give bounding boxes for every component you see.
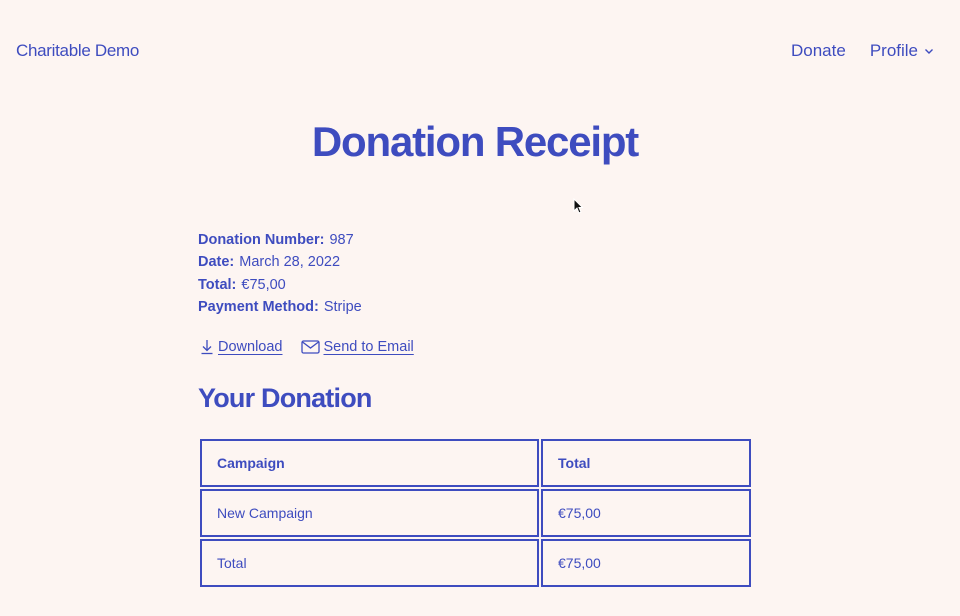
main-nav: Donate Profile: [791, 41, 934, 61]
detail-donation-number: Donation Number: 987: [198, 229, 362, 251]
detail-label: Payment Method:: [198, 298, 319, 315]
send-to-email-label: Send to Email: [323, 339, 414, 355]
detail-payment-method: Payment Method: Stripe: [198, 296, 362, 318]
cell-total: €75,00: [541, 539, 751, 587]
table-row: New Campaign €75,00: [200, 489, 751, 537]
send-to-email-link[interactable]: Send to Email: [300, 339, 414, 355]
download-link[interactable]: Download: [200, 339, 283, 355]
cell-campaign: New Campaign: [200, 489, 539, 537]
download-link-label: Download: [218, 339, 283, 355]
column-header-total: Total: [541, 439, 751, 487]
cell-campaign: Total: [200, 539, 539, 587]
detail-label: Total:: [198, 276, 237, 293]
detail-label: Date:: [198, 254, 235, 271]
site-header: Charitable Demo Donate Profile: [0, 0, 960, 104]
detail-total: Total: €75,00: [198, 274, 362, 296]
page-title: Donation Receipt: [311, 118, 639, 165]
email-icon: [300, 340, 320, 354]
site-title-link[interactable]: Charitable Demo: [16, 41, 139, 61]
table-header-row: Campaign Total: [200, 439, 751, 487]
mouse-cursor-icon: [573, 198, 583, 214]
download-icon: [201, 340, 213, 355]
nav-profile-label: Profile: [869, 41, 918, 60]
receipt-actions: Download Send to Email: [200, 339, 414, 355]
detail-value: March 28, 2022: [239, 254, 341, 271]
detail-date: Date: March 28, 2022: [198, 251, 362, 273]
chevron-down-icon: [925, 49, 933, 54]
cell-total: €75,00: [541, 489, 751, 537]
nav-donate-link[interactable]: Donate: [791, 41, 846, 61]
table-row: Total €75,00: [200, 539, 751, 587]
your-donation-heading: Your Donation: [198, 383, 372, 413]
receipt-details: Donation Number: 987 Date: March 28, 2022 …: [198, 229, 362, 318]
nav-profile-menu[interactable]: Profile: [870, 41, 934, 61]
column-header-campaign: Campaign: [200, 439, 539, 487]
detail-value: Stripe: [323, 298, 362, 315]
detail-value: €75,00: [241, 276, 286, 293]
donation-table: Campaign Total New Campaign €75,00 Total…: [198, 437, 753, 589]
detail-value: 987: [329, 232, 354, 248]
detail-label: Donation Number:: [198, 232, 325, 248]
